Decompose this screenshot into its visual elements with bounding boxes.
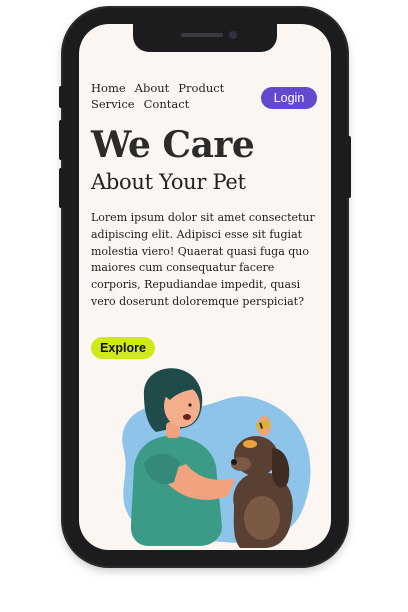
side-button-power	[347, 136, 351, 198]
dog-nose	[231, 459, 237, 465]
nav-item-contact[interactable]: Contact	[144, 97, 190, 111]
woman-mouth	[183, 414, 191, 420]
camera-icon	[229, 31, 237, 39]
hero-title: We Care	[91, 124, 255, 166]
phone-screen: Home About Product Service Contact Login We…	[79, 24, 331, 550]
nav-item-home[interactable]: Home	[91, 81, 126, 95]
bubble-decoration	[222, 399, 236, 413]
speaker	[181, 33, 223, 37]
phone-frame: Home About Product Service Contact Login We…	[59, 8, 351, 566]
hero-paragraph: Lorem ipsum dolor sit amet consectetur a…	[91, 211, 315, 308]
side-button-mute	[59, 86, 63, 108]
hero-subtitle: About Your Pet	[91, 170, 246, 194]
woman-eye	[188, 403, 192, 407]
woman-grooming-dog-illustration	[122, 368, 311, 548]
side-button-volume-up	[59, 120, 63, 160]
dog-chest	[244, 496, 280, 540]
nav-menu: Home About Product Service Contact	[91, 80, 231, 112]
side-button-volume-down	[59, 168, 63, 208]
nav-item-about[interactable]: About	[135, 81, 170, 95]
nav-item-product[interactable]: Product	[178, 81, 224, 95]
notch	[133, 24, 277, 52]
dog-ear-tip	[243, 440, 257, 448]
nav-item-service[interactable]: Service	[91, 97, 135, 111]
login-button[interactable]: Login	[261, 87, 317, 109]
